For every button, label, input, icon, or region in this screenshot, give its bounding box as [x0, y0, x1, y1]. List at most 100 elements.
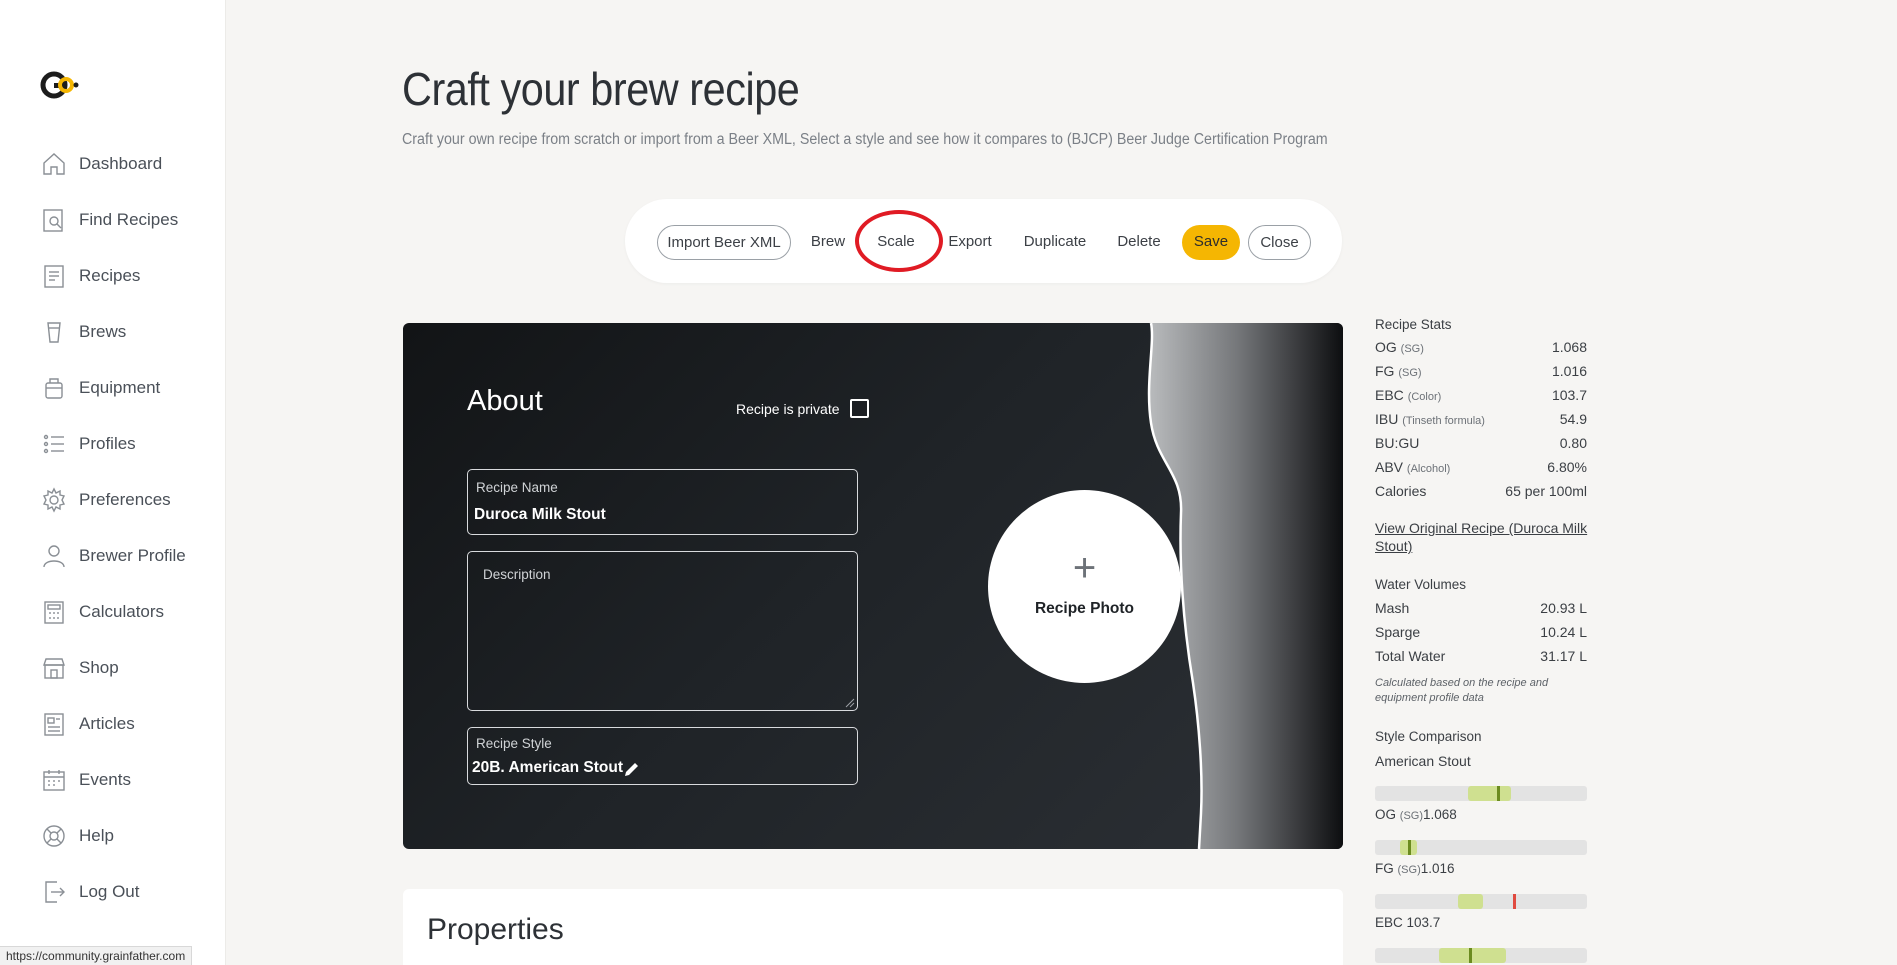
sidebar-item-label: Events	[79, 770, 131, 789]
sidebar-item-events[interactable]: Events	[40, 752, 186, 808]
style-bar-ibu	[1375, 948, 1587, 963]
style-bar-ebc	[1375, 894, 1587, 909]
scale-button[interactable]: Scale	[870, 225, 922, 260]
style-bar-label-ebc: EBC 103.7	[1375, 915, 1441, 930]
recipe-stats-heading: Recipe Stats	[1375, 317, 1452, 332]
sidebar-item-label: Find Recipes	[79, 210, 179, 229]
stat-row-abv: ABV (Alcohol) 6.80%	[1375, 459, 1587, 479]
recipe-list-icon	[40, 262, 68, 290]
close-button[interactable]: Close	[1248, 225, 1311, 260]
water-row-mash: Mash 20.93 L	[1375, 600, 1587, 620]
stat-label: IBU (Tinseth formula)	[1375, 411, 1485, 427]
sidebar-item-label: Calculators	[79, 602, 165, 621]
stat-row-ebc: EBC (Color) 103.7	[1375, 387, 1587, 407]
page-subtitle: Craft your own recipe from scratch or im…	[402, 131, 1328, 148]
logout-icon	[40, 878, 68, 906]
sidebar-item-calculators[interactable]: Calculators	[40, 584, 186, 640]
brew-glass-icon	[40, 318, 68, 346]
recipe-photo-label: Recipe Photo	[1034, 600, 1135, 617]
sidebar-item-label: Equipment	[79, 378, 161, 397]
stat-value: 103.7	[1551, 387, 1587, 403]
resize-handle-icon[interactable]	[845, 698, 855, 708]
sidebar-item-shop[interactable]: Shop	[40, 640, 186, 696]
recipe-name-field[interactable]: Recipe Name Duroca Milk Stout	[467, 469, 858, 535]
sidebar-item-preferences[interactable]: Preferences	[40, 472, 186, 528]
sidebar-item-label: Log Out	[79, 882, 140, 901]
water-value: 10.24 L	[1540, 624, 1587, 640]
stat-label: OG (SG)	[1375, 339, 1424, 355]
description-textarea[interactable]: Description	[467, 551, 858, 711]
import-beer-xml-button[interactable]: Import Beer XML	[657, 225, 791, 260]
status-bar-url: https://community.grainfather.com	[0, 946, 193, 965]
style-bar-label-fg: FG (SG)1.016	[1375, 861, 1455, 876]
style-bar-og	[1375, 786, 1587, 801]
stat-row-calories: Calories 65 per 100ml	[1375, 483, 1587, 503]
sidebar-item-profiles[interactable]: Profiles	[40, 416, 186, 472]
style-bar-fg	[1375, 840, 1587, 855]
recipe-style-field[interactable]: Recipe Style 20B. American Stout	[467, 727, 858, 785]
plus-icon: +	[1072, 546, 1097, 590]
description-placeholder: Description	[483, 567, 551, 582]
sidebar-item-dashboard[interactable]: Dashboard	[40, 136, 186, 192]
delete-button[interactable]: Delete	[1114, 225, 1164, 260]
stat-value: 6.80%	[1547, 459, 1587, 475]
sidebar-item-label: Brews	[79, 322, 127, 341]
duplicate-button[interactable]: Duplicate	[1018, 225, 1092, 260]
sidebar-item-brewer-profile[interactable]: Brewer Profile	[40, 528, 186, 584]
stat-label: ABV (Alcohol)	[1375, 459, 1451, 475]
gear-icon	[40, 486, 68, 514]
export-button[interactable]: Export	[942, 225, 998, 260]
recipe-name-label: Recipe Name	[476, 480, 558, 495]
bar-marker	[1469, 948, 1473, 963]
brew-button[interactable]: Brew	[806, 225, 850, 260]
about-card: About Recipe is private Recipe Name Duro…	[403, 323, 1343, 849]
bar-range	[1438, 948, 1507, 963]
private-label: Recipe is private	[736, 400, 840, 417]
water-label: Mash	[1375, 600, 1410, 616]
bar-marker	[1512, 894, 1516, 909]
sidebar-item-label: Profiles	[79, 434, 136, 453]
water-row-total: Total Water 31.17 L	[1375, 648, 1587, 668]
pencil-edit-icon[interactable]	[623, 760, 641, 778]
bar-marker	[1407, 840, 1411, 855]
article-icon	[40, 710, 68, 738]
sidebar-item-label: Help	[79, 826, 114, 845]
water-label: Sparge	[1375, 624, 1421, 640]
page-title: Craft your brew recipe	[402, 63, 800, 115]
equipment-kettle-icon	[40, 374, 68, 402]
private-checkbox[interactable]	[849, 399, 869, 418]
stat-label: Calories	[1375, 483, 1427, 499]
water-volumes-heading: Water Volumes	[1375, 577, 1467, 592]
water-row-sparge: Sparge 10.24 L	[1375, 624, 1587, 644]
recipe-name-value: Duroca Milk Stout	[474, 506, 606, 523]
grainfather-logo-icon[interactable]	[40, 70, 80, 100]
sidebar-item-brews[interactable]: Brews	[40, 304, 186, 360]
user-icon	[40, 542, 68, 570]
sidebar-item-help[interactable]: Help	[40, 808, 186, 864]
sidebar-nav: Dashboard Find Recipes Recipes Brews Equ…	[40, 136, 186, 920]
style-comparison-style: American Stout	[1375, 753, 1471, 769]
sidebar-item-label: Dashboard	[79, 154, 163, 173]
recipe-photo-upload[interactable]: + Recipe Photo	[988, 490, 1181, 683]
stat-value: 54.9	[1559, 411, 1587, 427]
private-toggle: Recipe is private	[736, 399, 869, 418]
sidebar-item-label: Brewer Profile	[79, 546, 186, 565]
sidebar-item-find-recipes[interactable]: Find Recipes	[40, 192, 186, 248]
properties-title: Properties	[427, 913, 564, 946]
view-original-recipe-link[interactable]: View Original Recipe (Duroca Milk Stout)	[1375, 519, 1589, 555]
stat-label: EBC (Color)	[1375, 387, 1442, 403]
bar-range	[1457, 894, 1484, 909]
sidebar-item-recipes[interactable]: Recipes	[40, 248, 186, 304]
sidebar-item-articles[interactable]: Articles	[40, 696, 186, 752]
stat-row-fg: FG (SG) 1.016	[1375, 363, 1587, 383]
shop-icon	[40, 654, 68, 682]
search-document-icon	[40, 206, 68, 234]
sidebar-item-label: Preferences	[79, 490, 171, 509]
save-button[interactable]: Save	[1182, 225, 1240, 260]
sidebar-item-label: Articles	[79, 714, 135, 733]
sidebar-item-log-out[interactable]: Log Out	[40, 864, 186, 920]
sidebar-item-equipment[interactable]: Equipment	[40, 360, 186, 416]
stat-value: 65 per 100ml	[1505, 483, 1587, 499]
recipe-style-label: Recipe Style	[476, 736, 552, 751]
water-label: Total Water	[1375, 648, 1446, 664]
